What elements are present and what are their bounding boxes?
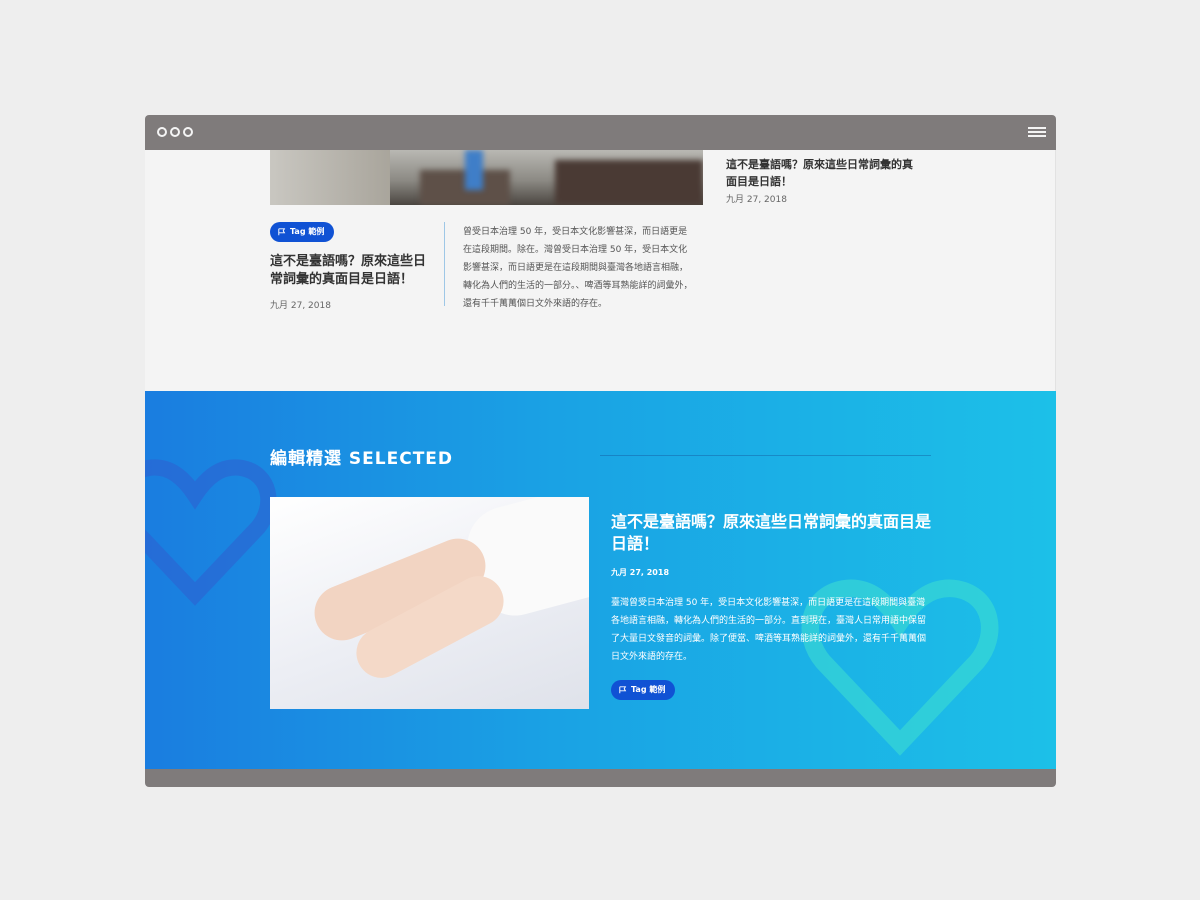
browser-window: 這不是臺語嗎？原來這些日常詞彙的真面目是日語！ 九月 27, 2018 Tag … xyxy=(145,115,1056,787)
article-title[interactable]: 這不是臺語嗎？原來這些日常詞彙的真面目是日語！ xyxy=(270,253,435,289)
featured-tag-button[interactable]: Tag 範例 xyxy=(611,680,676,700)
editors-pick-section: 編輯精選 SELECTED 這不是臺語嗎？原來這些日常詞彙的真面目是日語！ 九月… xyxy=(145,391,1056,769)
featured-image[interactable] xyxy=(270,497,589,709)
article-excerpt: 曾受日本治理 50 年，受日本文化影響甚深，而日語更是在這段期間。除在。灣曾受日… xyxy=(463,227,693,309)
bottom-bar xyxy=(145,769,1056,787)
article-image[interactable] xyxy=(270,150,703,205)
article-date: 九月 27, 2018 xyxy=(270,301,331,311)
flag-icon xyxy=(619,686,627,694)
tag-button[interactable]: Tag 範例 xyxy=(270,222,335,242)
heart-icon xyxy=(145,459,277,606)
window-dot-icon[interactable] xyxy=(170,127,180,137)
featured-article-title[interactable]: 這不是臺語嗎？原來這些日常詞彙的真面目是日語！ xyxy=(611,511,931,555)
hamburger-icon[interactable] xyxy=(1028,127,1046,139)
window-dot-icon[interactable] xyxy=(183,127,193,137)
tag-label: Tag 範例 xyxy=(290,227,325,236)
featured-article-date: 九月 27, 2018 xyxy=(611,568,670,577)
tag-label: Tag 範例 xyxy=(631,685,666,694)
flag-icon xyxy=(278,228,286,236)
side-article-date: 九月 27, 2018 xyxy=(726,195,787,205)
page-content: 這不是臺語嗎？原來這些日常詞彙的真面目是日語！ 九月 27, 2018 Tag … xyxy=(145,150,1056,769)
side-article-title[interactable]: 這不是臺語嗎？原來這些日常詞彙的真面目是日語！ xyxy=(726,156,916,190)
recent-articles-section: 這不是臺語嗎？原來這些日常詞彙的真面目是日語！ 九月 27, 2018 Tag … xyxy=(145,150,1056,391)
section-heading: 編輯精選 SELECTED xyxy=(270,449,454,469)
title-bar xyxy=(145,115,1056,150)
divider xyxy=(444,222,445,306)
window-controls xyxy=(157,127,193,137)
featured-article-excerpt: 臺灣曾受日本治理 50 年，受日本文化影響甚深，而日語更是在這段期間與臺灣各地語… xyxy=(611,598,927,662)
window-dot-icon[interactable] xyxy=(157,127,167,137)
heading-divider xyxy=(600,455,931,456)
